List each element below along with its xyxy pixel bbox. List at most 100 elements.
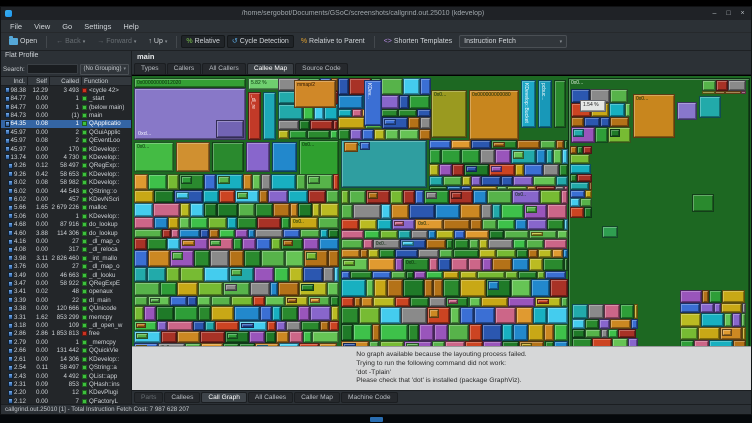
treemap-cell[interactable] — [322, 266, 335, 282]
treemap-cell[interactable] — [210, 305, 235, 322]
treemap-cell[interactable] — [209, 249, 230, 267]
treemap-cell[interactable] — [379, 229, 399, 239]
up-button[interactable]: ↑ Up ▾ — [143, 35, 172, 48]
treemap-cell[interactable] — [155, 305, 174, 322]
treemap-cell[interactable] — [492, 204, 502, 219]
treemap-cell[interactable] — [552, 149, 562, 165]
treemap-cell[interactable] — [278, 281, 300, 296]
treemap-cell[interactable] — [445, 238, 454, 249]
treemap-cell[interactable] — [448, 323, 469, 341]
treemap-cell[interactable] — [741, 303, 746, 313]
treemap-cell[interactable] — [680, 340, 694, 346]
treemap-cell[interactable] — [134, 217, 154, 230]
table-row[interactable]: 2.54 0.11 58 497 QString::a — [1, 363, 131, 371]
treemap-cell[interactable] — [436, 229, 455, 239]
treemap-cell[interactable] — [189, 203, 204, 218]
treemap-cell[interactable] — [327, 281, 339, 296]
treemap-cell[interactable] — [353, 204, 381, 219]
treemap-cell[interactable] — [708, 340, 733, 346]
treemap-cell[interactable] — [713, 303, 722, 313]
treemap-cell[interactable] — [459, 279, 486, 297]
table-row[interactable]: 9.26 0.12 58 497 QRegExp:: — [1, 162, 131, 170]
treemap-cell[interactable] — [435, 204, 460, 219]
column-called[interactable]: Called — [50, 77, 82, 85]
treemap-cell[interactable] — [468, 323, 482, 341]
treemap-cell[interactable] — [536, 298, 549, 305]
treemap-cell[interactable] — [438, 164, 453, 177]
treemap-cell[interactable] — [511, 257, 530, 271]
treemap-cell[interactable] — [179, 229, 200, 238]
treemap-cell[interactable] — [465, 166, 478, 173]
tab-callee-map[interactable]: Callee Map — [246, 63, 295, 74]
treemap-cell[interactable] — [570, 198, 581, 207]
treemap-cell[interactable] — [136, 344, 147, 346]
treemap-cell[interactable] — [349, 129, 362, 140]
tab-parts[interactable]: Parts — [134, 392, 164, 403]
treemap-cell[interactable] — [631, 318, 638, 329]
close-icon[interactable]: × — [738, 10, 747, 17]
treemap-cell[interactable] — [318, 217, 339, 230]
treemap-cell[interactable] — [249, 281, 271, 296]
table-row[interactable]: 3.49 0.00 46 663 _dl_looku — [1, 271, 131, 279]
treemap-cell[interactable] — [533, 176, 557, 186]
treemap-cell[interactable] — [510, 279, 532, 297]
treemap-cell[interactable] — [701, 290, 710, 304]
treemap-cell[interactable] — [146, 237, 168, 250]
treemap[interactable]: 0x0... 1.54 % 0x0... 0x00000000012020 0xd...… — [132, 75, 751, 346]
treemap-cell[interactable] — [360, 142, 370, 150]
treemap-cell[interactable] — [609, 318, 632, 329]
treemap-cell[interactable]: 0x00000000012020 — [134, 78, 246, 88]
treemap-cell[interactable] — [182, 239, 195, 246]
treemap-cell[interactable]: pcbuc... — [538, 80, 552, 128]
treemap-cell[interactable] — [417, 248, 439, 258]
treemap-cell[interactable] — [256, 237, 272, 250]
treemap-cell[interactable] — [338, 78, 349, 95]
treemap-cell[interactable] — [459, 270, 478, 280]
treemap-cell[interactable] — [518, 270, 537, 280]
treemap-cell[interactable] — [592, 337, 612, 346]
treemap-cell[interactable] — [341, 238, 364, 249]
treemap-cell[interactable] — [379, 307, 402, 324]
treemap-cell[interactable] — [496, 248, 517, 258]
treemap-cell[interactable] — [338, 117, 365, 130]
grouping-combobox[interactable]: (No Grouping) ▾ — [80, 63, 129, 75]
treemap-cell[interactable] — [173, 305, 199, 322]
treemap-cell[interactable] — [501, 340, 519, 346]
treemap-cell[interactable] — [561, 190, 568, 205]
treemap-cell[interactable] — [179, 203, 190, 218]
treemap-cell[interactable] — [543, 323, 554, 341]
treemap-cell[interactable] — [198, 305, 211, 322]
treemap-cell[interactable] — [554, 80, 566, 128]
tab-all-callers[interactable]: All Callers — [202, 63, 246, 74]
treemap-cell[interactable] — [493, 142, 505, 147]
treemap-cell[interactable]: 0x0.. — [402, 257, 430, 271]
treemap-cell[interactable] — [379, 340, 405, 346]
treemap-cell[interactable] — [372, 323, 380, 341]
treemap-cell[interactable] — [490, 166, 503, 173]
relative-toggle[interactable]: % Relative — [181, 35, 225, 48]
treemap-cell[interactable] — [267, 189, 289, 204]
table-row[interactable]: 84.73 0.00 (1) main — [1, 111, 131, 119]
treemap-cell[interactable] — [147, 266, 166, 282]
treemap-cell[interactable] — [176, 191, 189, 199]
table-row[interactable]: 45.97 0.00 170 KDevelop:: — [1, 145, 131, 153]
treemap-cell[interactable] — [169, 295, 188, 306]
table-row[interactable]: 64.35 0.08 1 QApplicatio — [1, 119, 131, 129]
treemap-cell[interactable] — [167, 321, 194, 331]
treemap-cell[interactable] — [369, 340, 380, 346]
treemap-cell[interactable] — [361, 296, 373, 308]
treemap-cell[interactable] — [478, 248, 497, 258]
treemap-cell[interactable] — [408, 117, 420, 130]
treemap-cell[interactable]: 5.82 % — [248, 78, 280, 90]
treemap-cell[interactable] — [207, 217, 227, 230]
treemap-cell[interactable] — [588, 181, 592, 190]
treemap-cell[interactable] — [255, 203, 274, 218]
table-row[interactable]: 4.60 3.88 114 306 do_lookup — [1, 229, 131, 237]
treemap-cell[interactable] — [311, 330, 339, 343]
treemap-cell[interactable] — [540, 190, 562, 205]
treemap-cell[interactable] — [570, 146, 577, 155]
menu-item-help[interactable]: Help — [117, 22, 144, 31]
treemap-cell[interactable] — [447, 298, 459, 305]
treemap-cell[interactable] — [389, 190, 404, 205]
treemap-cell[interactable] — [159, 281, 178, 296]
